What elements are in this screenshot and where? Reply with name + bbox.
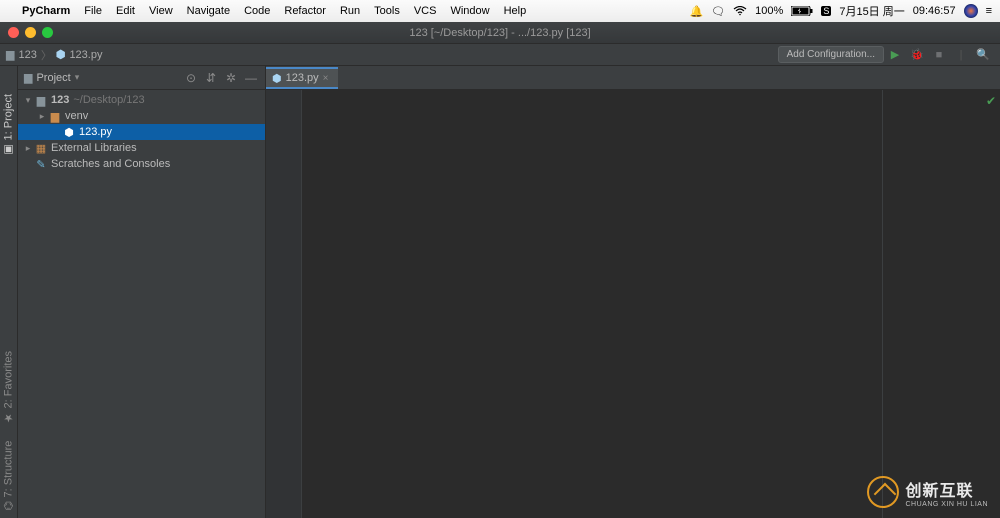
tool-tab-project[interactable]: ▣1: Project: [2, 94, 15, 156]
project-panel-header: ▆ Project ▾ ⊙ ⇵ ✲ —: [18, 66, 265, 90]
wifi-icon[interactable]: [733, 6, 747, 16]
menu-navigate[interactable]: Navigate: [187, 5, 230, 17]
tree-external-libraries[interactable]: ▸ ▦ External Libraries: [18, 140, 265, 156]
menubar-time[interactable]: 09:46:57: [913, 5, 956, 17]
python-file-icon: ⬢: [56, 48, 66, 61]
folder-icon: ▆: [6, 48, 14, 61]
close-tab-icon[interactable]: ×: [323, 73, 329, 84]
right-margin-ruler: [882, 90, 883, 518]
tree-file-123py[interactable]: ⬢ 123.py: [18, 124, 265, 140]
folder-icon: ▆: [34, 94, 48, 107]
left-tool-stripe: ▣1: Project ★2: Favorites ⌬7: Structure: [0, 66, 18, 518]
code-area[interactable]: ✔: [302, 90, 1000, 518]
scratches-icon: ✎: [34, 158, 48, 171]
tool-tab-favorites[interactable]: ★2: Favorites: [2, 351, 15, 424]
watermark-text-en: CHUANG XIN HU LIAN: [905, 501, 988, 508]
venv-folder-icon: ▆: [48, 110, 62, 123]
run-button[interactable]: ▶: [886, 46, 904, 64]
project-tree: ▾ ▆ 123 ~/Desktop/123 ▸ ▆ venv ⬢ 123.py …: [18, 90, 265, 174]
menu-extra-icon[interactable]: ≡: [986, 5, 992, 17]
python-file-icon: ⬢: [62, 126, 76, 139]
menu-refactor[interactable]: Refactor: [284, 5, 326, 17]
locate-icon[interactable]: ⊙: [183, 71, 199, 85]
bell-icon[interactable]: 🔔: [690, 5, 704, 18]
menu-file[interactable]: File: [84, 5, 102, 17]
menubar-date[interactable]: 7月15日 周一: [839, 3, 904, 19]
expand-arrow-icon[interactable]: ▸: [22, 143, 34, 154]
tree-scratches[interactable]: ✎ Scratches and Consoles: [18, 156, 265, 172]
breadcrumb[interactable]: ▆ 123 〉 ⬢ 123.py: [6, 47, 102, 63]
hide-panel-icon[interactable]: —: [243, 71, 259, 85]
battery-percent: 100%: [755, 5, 783, 17]
menu-code[interactable]: Code: [244, 5, 270, 17]
python-file-icon: ⬢: [272, 72, 282, 85]
main-area: ▣1: Project ★2: Favorites ⌬7: Structure …: [0, 66, 1000, 518]
input-method-icon[interactable]: S: [821, 6, 831, 16]
menu-view[interactable]: View: [149, 5, 173, 17]
stop-button[interactable]: ■: [930, 46, 948, 64]
menu-help[interactable]: Help: [504, 5, 527, 17]
editor-gutter: [266, 90, 302, 518]
tree-root[interactable]: ▾ ▆ 123 ~/Desktop/123: [18, 92, 265, 108]
project-view-selector[interactable]: ▆ Project ▾: [24, 71, 79, 84]
siri-icon[interactable]: [964, 4, 978, 18]
expand-arrow-icon[interactable]: ▾: [22, 95, 34, 106]
wechat-icon[interactable]: 🗨: [711, 5, 725, 18]
menu-vcs[interactable]: VCS: [414, 5, 437, 17]
editor-tabs: ⬢ 123.py ×: [266, 66, 1000, 90]
watermark-text-cn: 创新互联: [905, 477, 988, 501]
editor-tab-label: 123.py: [286, 72, 319, 84]
breadcrumb-file[interactable]: 123.py: [69, 49, 102, 61]
window-titlebar: 123 [~/Desktop/123] - .../123.py [123]: [0, 22, 1000, 44]
settings-gear-icon[interactable]: ✲: [223, 71, 239, 85]
breadcrumb-project[interactable]: 123: [18, 49, 36, 61]
navigation-bar: ▆ 123 〉 ⬢ 123.py Add Configuration... ▶ …: [0, 44, 1000, 66]
editor-body[interactable]: ✔: [266, 90, 1000, 518]
watermark: 创新互联 CHUANG XIN HU LIAN: [867, 476, 988, 508]
inspection-ok-icon[interactable]: ✔: [986, 94, 996, 108]
watermark-logo-icon: [867, 476, 899, 508]
tool-tab-structure[interactable]: ⌬7: Structure: [2, 441, 15, 510]
macos-menubar: PyCharm File Edit View Navigate Code Ref…: [0, 0, 1000, 22]
add-configuration-button[interactable]: Add Configuration...: [778, 46, 884, 63]
divider: |: [952, 46, 970, 64]
menu-edit[interactable]: Edit: [116, 5, 135, 17]
project-tool-window: ▆ Project ▾ ⊙ ⇵ ✲ — ▾ ▆ 123 ~/Desktop/12…: [18, 66, 266, 518]
window-title: 123 [~/Desktop/123] - .../123.py [123]: [0, 27, 1000, 39]
menu-run[interactable]: Run: [340, 5, 360, 17]
editor-tab-123py[interactable]: ⬢ 123.py ×: [266, 67, 338, 89]
search-everywhere-button[interactable]: 🔍: [974, 46, 992, 64]
library-icon: ▦: [34, 142, 48, 155]
menu-window[interactable]: Window: [450, 5, 489, 17]
breadcrumb-separator: 〉: [41, 47, 52, 63]
tree-venv[interactable]: ▸ ▆ venv: [18, 108, 265, 124]
menu-tools[interactable]: Tools: [374, 5, 400, 17]
expand-arrow-icon[interactable]: ▸: [36, 111, 48, 122]
collapse-all-icon[interactable]: ⇵: [203, 71, 219, 85]
app-name[interactable]: PyCharm: [22, 5, 70, 17]
debug-button[interactable]: 🐞: [908, 46, 926, 64]
battery-icon: [791, 6, 813, 16]
editor-area: ⬢ 123.py × ✔: [266, 66, 1000, 518]
